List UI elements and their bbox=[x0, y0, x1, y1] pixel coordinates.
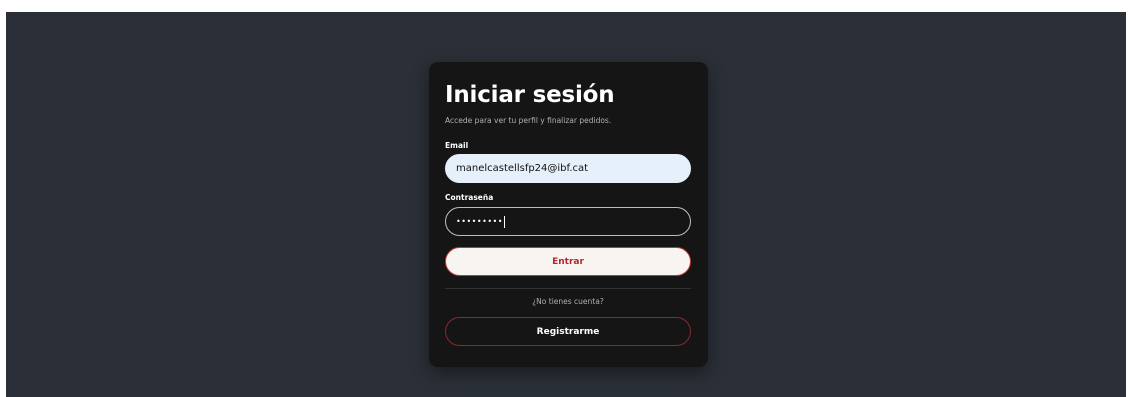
page-title: Iniciar sesión bbox=[445, 82, 615, 108]
register-button[interactable]: Registrarme bbox=[445, 317, 691, 346]
password-label: Contraseña bbox=[445, 193, 494, 202]
login-button[interactable]: Entrar bbox=[445, 247, 691, 276]
email-field-value: manelcastellsfp24@ibf.cat bbox=[456, 163, 589, 174]
password-field-value: ••••••••• bbox=[456, 217, 503, 226]
no-account-prompt: ¿No tienes cuenta? bbox=[532, 297, 604, 306]
page-background: Iniciar sesión Accede para ver tu perfil… bbox=[6, 12, 1126, 397]
login-card: Iniciar sesión Accede para ver tu perfil… bbox=[429, 62, 708, 367]
email-label: Email bbox=[445, 141, 469, 150]
login-subtitle: Accede para ver tu perfil y finalizar pe… bbox=[445, 116, 612, 125]
text-cursor bbox=[503, 215, 505, 228]
email-field[interactable]: manelcastellsfp24@ibf.cat bbox=[445, 154, 691, 183]
password-field[interactable]: ••••••••• bbox=[445, 207, 691, 236]
divider bbox=[445, 288, 691, 289]
